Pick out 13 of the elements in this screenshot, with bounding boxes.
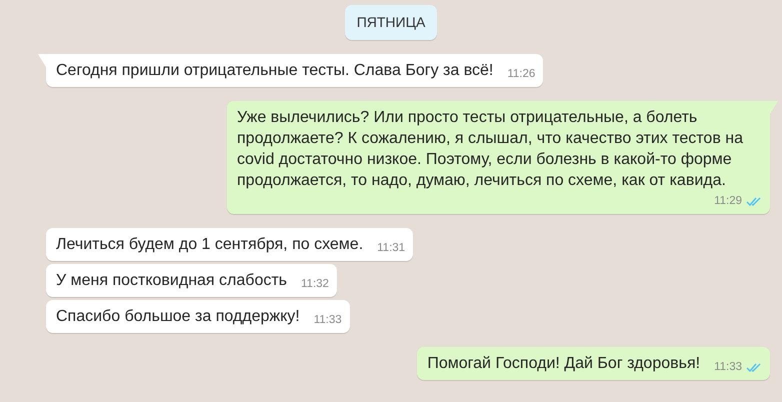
message-text: Помогай Господи! Дай Бог здоровья! — [427, 354, 700, 374]
message-time: 11:31 — [377, 241, 406, 256]
message-text: У меня постковидная слабость — [56, 271, 287, 292]
message-text: Спасибо большое за поддержку! — [56, 307, 300, 328]
message-time: 11:33 — [714, 360, 742, 375]
message-time: 11:29 — [714, 194, 742, 209]
message-time: 11:26 — [507, 66, 536, 82]
message-time: 11:32 — [301, 277, 329, 292]
message-text: Лечиться будем до 1 сентября, по схеме. — [56, 235, 364, 256]
message-text: Сегодня пришли отрицательные тесты. Слава Богу за всё! — [56, 61, 494, 81]
message-text: Уже вылечились? Или просто тесты отрицательные, а болеть продолжаете? К сожалению, я слышал, что качество этих тестов на covid достаточно низкое. Поэтому, если болезнь в какой-то форме продолжается, то надо, думаю, лечиться по схеме, как от кавида. — [237, 108, 744, 191]
date-badge: ПЯТНИЦА — [344, 5, 438, 40]
message-time: 11:33 — [314, 313, 342, 328]
